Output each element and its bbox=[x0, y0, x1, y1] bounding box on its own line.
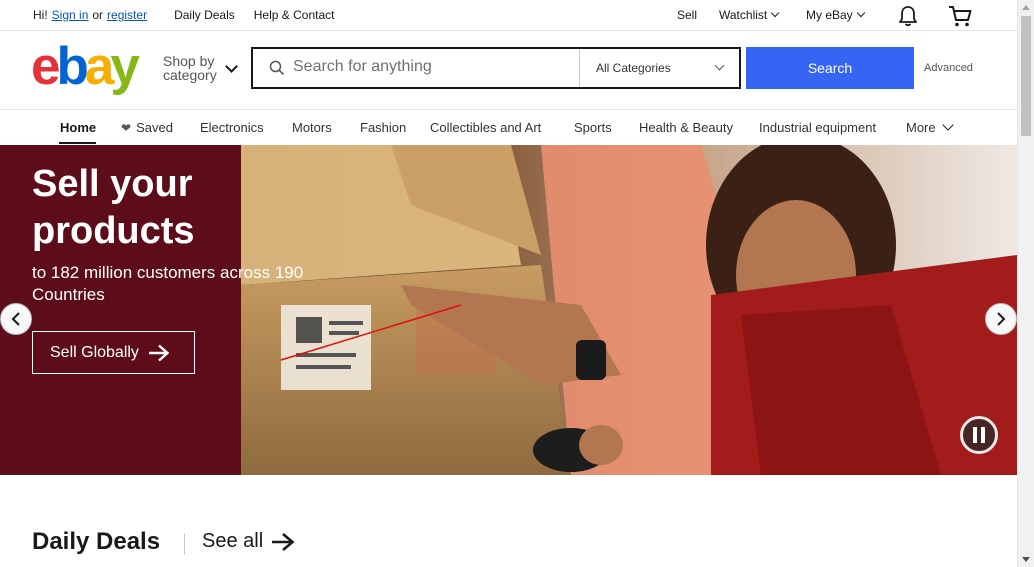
scroll-down-icon[interactable] bbox=[1022, 557, 1030, 562]
hero-banner[interactable]: Sell your products to 182 million custom… bbox=[0, 145, 1017, 475]
hero-photo bbox=[241, 145, 1017, 475]
nav-item-collectibles[interactable]: Collectibles and Art bbox=[430, 120, 541, 135]
ebay-logo[interactable]: ebay bbox=[31, 40, 140, 93]
watchlist-label: Watchlist bbox=[719, 8, 768, 22]
greeting-text: Hi! bbox=[33, 8, 48, 22]
carousel-prev-button[interactable] bbox=[0, 303, 32, 335]
nav-item-home[interactable]: Home bbox=[60, 120, 96, 135]
cta-label: Sell Globally bbox=[50, 343, 139, 361]
category-select[interactable]: All Categories bbox=[596, 61, 671, 75]
sign-in-link[interactable]: Sign in bbox=[52, 8, 89, 22]
nav-item-more[interactable]: More bbox=[906, 119, 954, 135]
chevron-left-icon bbox=[11, 312, 20, 326]
nav-item-industrial[interactable]: Industrial equipment bbox=[759, 120, 876, 135]
help-contact-link[interactable]: Help & Contact bbox=[254, 8, 335, 22]
nav-item-label: More bbox=[906, 120, 936, 135]
sell-globally-button[interactable]: Sell Globally bbox=[32, 331, 195, 374]
pause-icon bbox=[981, 427, 985, 443]
watchlist-menu[interactable]: Watchlist bbox=[719, 8, 780, 22]
chevron-right-icon bbox=[997, 312, 1006, 326]
nav-item-saved[interactable]: ❤ Saved bbox=[121, 120, 173, 135]
hero-subtitle: to 182 million customers across 190 Coun… bbox=[32, 263, 304, 304]
section-divider bbox=[184, 534, 185, 555]
search-icon bbox=[269, 60, 285, 81]
chevron-down-icon[interactable] bbox=[714, 60, 725, 71]
category-label: category bbox=[163, 67, 217, 83]
nav-item-health-beauty[interactable]: Health & Beauty bbox=[639, 120, 733, 135]
shop-by-label: Shop by bbox=[163, 53, 215, 69]
search-input[interactable]: Search for anything bbox=[293, 58, 432, 76]
daily-deals-link[interactable]: Daily Deals bbox=[174, 8, 235, 22]
or-text: or bbox=[92, 8, 104, 22]
sell-link[interactable]: Sell bbox=[677, 8, 697, 22]
ebay-homepage: Hi! Sign in or register Daily Deals Help… bbox=[0, 0, 1017, 567]
nav-item-electronics[interactable]: Electronics bbox=[200, 120, 264, 135]
top-bar-left: Hi! Sign in or register Daily Deals Help… bbox=[33, 8, 334, 22]
category-nav: Home ❤ Saved Electronics Motors Fashion C… bbox=[0, 109, 1017, 145]
register-link[interactable]: register bbox=[107, 8, 147, 22]
hero-title: Sell your products bbox=[32, 163, 195, 252]
nav-item-motors[interactable]: Motors bbox=[292, 120, 332, 135]
see-all-link[interactable]: See all bbox=[202, 530, 295, 553]
carousel-pause-button[interactable] bbox=[960, 416, 998, 454]
nav-item-sports[interactable]: Sports bbox=[574, 120, 612, 135]
top-bar: Hi! Sign in or register Daily Deals Help… bbox=[0, 0, 1017, 31]
vertical-scrollbar[interactable] bbox=[1017, 0, 1034, 567]
advanced-search-link[interactable]: Advanced bbox=[924, 62, 973, 74]
shop-by-category-button[interactable]: Shop by category bbox=[163, 54, 217, 82]
search-button[interactable]: Search bbox=[746, 47, 914, 89]
chevron-down-icon bbox=[856, 8, 865, 18]
daily-deals-heading: Daily Deals bbox=[32, 528, 161, 555]
chevron-down-icon bbox=[770, 8, 780, 18]
arrow-right-icon bbox=[272, 532, 295, 551]
nav-item-label: Saved bbox=[136, 120, 173, 135]
chevron-down-icon bbox=[941, 119, 954, 131]
heart-icon: ❤ bbox=[121, 121, 132, 135]
notification-bell-icon[interactable] bbox=[897, 5, 919, 30]
nav-item-fashion[interactable]: Fashion bbox=[360, 120, 406, 135]
active-tab-indicator bbox=[59, 142, 96, 144]
shopping-cart-icon[interactable] bbox=[947, 4, 973, 31]
see-all-label: See all bbox=[202, 530, 264, 552]
scrollbar-thumb[interactable] bbox=[1021, 16, 1031, 136]
pause-icon bbox=[973, 427, 977, 443]
search-divider bbox=[579, 49, 580, 87]
my-ebay-menu[interactable]: My eBay bbox=[806, 8, 865, 22]
my-ebay-label: My eBay bbox=[806, 8, 853, 22]
scroll-up-icon[interactable] bbox=[1022, 5, 1030, 10]
carousel-next-button[interactable] bbox=[985, 303, 1017, 335]
arrow-right-icon bbox=[148, 344, 170, 361]
chevron-down-icon[interactable] bbox=[225, 60, 238, 73]
search-bar: Search for anything All Categories bbox=[251, 47, 741, 89]
